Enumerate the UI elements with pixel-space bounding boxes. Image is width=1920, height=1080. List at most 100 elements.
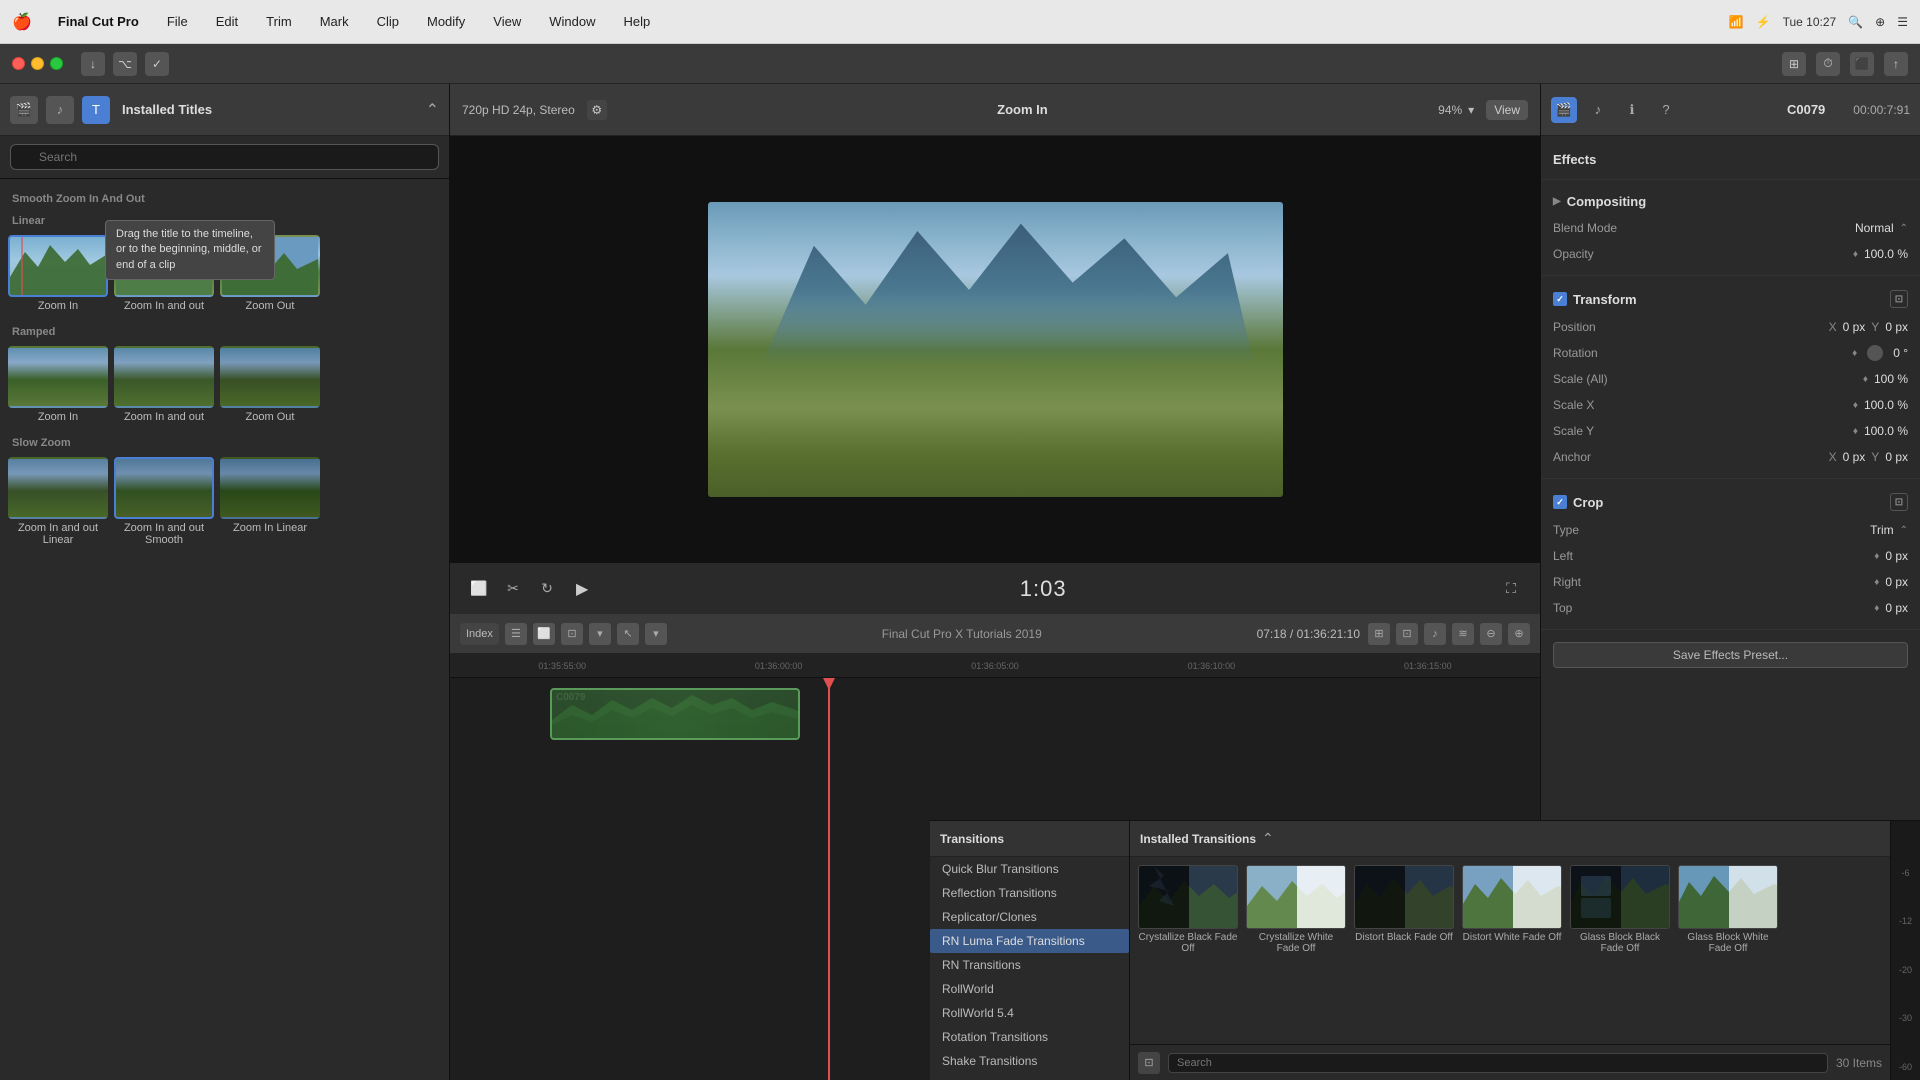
angle-view-icon[interactable]: ⊡ (561, 623, 583, 645)
trans-rotation[interactable]: Rotation Transitions (930, 1025, 1129, 1049)
select-tool-icon[interactable]: ↖ (617, 623, 639, 645)
thumb-ramp-zoom-out[interactable]: Zoom Out (220, 346, 320, 423)
menu-view[interactable]: View (487, 12, 527, 31)
share-icon[interactable]: ↑ (1884, 52, 1908, 76)
menu-modify[interactable]: Modify (421, 12, 471, 31)
trans-shape[interactable]: Shape Transitions (930, 1073, 1129, 1080)
app-name[interactable]: Final Cut Pro (52, 12, 145, 31)
blend-mode-value[interactable]: Normal ⌃ (1663, 221, 1908, 235)
fullscreen-icon[interactable]: ⛶ (1498, 576, 1524, 602)
crop-reset-icon[interactable]: ⊡ (1890, 493, 1908, 511)
thumb-slow-zoom-inout-lin[interactable]: Zoom In and out Linear (8, 457, 108, 546)
menu-trim[interactable]: Trim (260, 12, 298, 31)
layout-icon[interactable]: ⬛ (1850, 52, 1874, 76)
transform-checkbox[interactable]: ✓ (1553, 292, 1567, 306)
play-button[interactable]: ▶ (576, 579, 588, 599)
download-icon[interactable]: ↓ (81, 52, 105, 76)
menu-mark[interactable]: Mark (314, 12, 355, 31)
trans-rollworld54[interactable]: RollWorld 5.4 (930, 1001, 1129, 1025)
grid-icon[interactable]: ⊞ (1782, 52, 1806, 76)
crop-top-value[interactable]: ♦ 0 px (1663, 601, 1908, 615)
crop-type-value[interactable]: Trim ⌃ (1663, 523, 1908, 537)
timeline-clip[interactable]: C0079 (550, 688, 800, 740)
menu-help[interactable]: Help (617, 12, 656, 31)
compositing-header[interactable]: ▶ Compositing (1553, 188, 1908, 215)
zoom-control[interactable]: 94% ▾ (1438, 103, 1474, 117)
trans-reflection[interactable]: Reflection Transitions (930, 881, 1129, 905)
audio-icon[interactable]: ♪ (1424, 623, 1446, 645)
menu-edit[interactable]: Edit (210, 12, 244, 31)
browser-up-icon[interactable]: ⌃ (426, 100, 439, 120)
list-view-icon[interactable]: ☰ (505, 623, 527, 645)
trim-icon[interactable]: ✂ (500, 576, 526, 602)
key-icon[interactable]: ⌥ (113, 52, 137, 76)
thumb-ramp-zoom-inout[interactable]: Zoom In and out (114, 346, 214, 423)
trans-thumb-glass-white[interactable]: Glass Block White Fade Off (1678, 865, 1778, 954)
control-center-icon[interactable]: ☰ (1897, 15, 1908, 29)
trans-replicator[interactable]: Replicator/Clones (930, 905, 1129, 929)
trans-thumb-crystallize-white[interactable]: Crystallize White Fade Off (1246, 865, 1346, 954)
trans-rn[interactable]: RN Transitions (930, 953, 1129, 977)
siri-icon[interactable]: ⊕ (1875, 15, 1885, 29)
inspector-video-tab[interactable]: 🎬 (1551, 97, 1577, 123)
anchor-y-value[interactable]: 0 px (1885, 450, 1908, 464)
save-preset-button[interactable]: Save Effects Preset... (1553, 642, 1908, 668)
magnet-icon[interactable]: ⊞ (1368, 623, 1390, 645)
pos-x-value[interactable]: 0 px (1843, 320, 1866, 334)
thumb-ramp-zoom-in[interactable]: Zoom In (8, 346, 108, 423)
thumb-slow-zoom-in-lin[interactable]: Zoom In Linear (220, 457, 320, 546)
apple-logo-icon[interactable]: 🍎 (12, 12, 32, 32)
menu-window[interactable]: Window (543, 12, 601, 31)
trans-thumb-glass-black[interactable]: Glass Block Black Fade Off (1570, 865, 1670, 954)
trans-rollworld[interactable]: RollWorld (930, 977, 1129, 1001)
check-icon[interactable]: ✓ (145, 52, 169, 76)
transitions-up-icon[interactable]: ⌃ (1262, 830, 1274, 847)
pos-y-value[interactable]: 0 px (1885, 320, 1908, 334)
transform-reset-icon[interactable]: ⊡ (1890, 290, 1908, 308)
clip-icon[interactable]: ⊡ (1396, 623, 1418, 645)
scale-x-value[interactable]: ♦ 100.0 % (1663, 398, 1908, 412)
view-button[interactable]: View (1486, 100, 1528, 120)
anchor-x-value[interactable]: 0 px (1843, 450, 1866, 464)
menu-clip[interactable]: Clip (371, 12, 405, 31)
zoom-out-icon[interactable]: ⊖ (1480, 623, 1502, 645)
transitions-search-input[interactable] (1168, 1053, 1828, 1073)
close-button[interactable] (12, 57, 25, 70)
rotation-value[interactable]: ♦ 0 ° (1663, 345, 1908, 361)
titles-icon[interactable]: T (82, 96, 110, 124)
inspector-help-icon[interactable]: ? (1653, 97, 1679, 123)
settings-icon[interactable]: ⚙ (587, 100, 607, 120)
trans-thumb-distort-black[interactable]: Distort Black Fade Off (1354, 865, 1454, 954)
opacity-value[interactable]: ♦ 100.0 % (1663, 247, 1908, 261)
search-input[interactable] (10, 144, 439, 170)
loop-icon[interactable]: ↻ (534, 576, 560, 602)
crop-checkbox[interactable]: ✓ (1553, 495, 1567, 509)
scale-y-value[interactable]: ♦ 100.0 % (1663, 424, 1908, 438)
trans-quick-blur[interactable]: Quick Blur Transitions (930, 857, 1129, 881)
inspector-info-tab[interactable]: ℹ (1619, 97, 1645, 123)
thumb-zoom-in[interactable]: Zoom In (8, 235, 108, 312)
crop-left-value[interactable]: ♦ 0 px (1663, 549, 1908, 563)
trans-thumb-crystallize-black[interactable]: Crystallize Black Fade Off (1138, 865, 1238, 954)
meter-icon[interactable]: ≋ (1452, 623, 1474, 645)
minimize-button[interactable] (31, 57, 44, 70)
crop-header[interactable]: ✓ Crop ⊡ (1553, 487, 1908, 517)
trans-rn-luma[interactable]: RN Luma Fade Transitions (930, 929, 1129, 953)
trans-thumb-distort-white[interactable]: Distort White Fade Off (1462, 865, 1562, 954)
maximize-button[interactable] (50, 57, 63, 70)
zoom-in-icon[interactable]: ⊕ (1508, 623, 1530, 645)
thumb-slow-zoom-inout-smooth[interactable]: Zoom In and out Smooth (114, 457, 214, 546)
search-icon[interactable]: 🔍 (1848, 15, 1863, 29)
scale-all-value[interactable]: ♦ 100 % (1663, 372, 1908, 386)
transform-header[interactable]: ✓ Transform ⊡ (1553, 284, 1908, 314)
tool-dropdown-icon[interactable]: ▾ (645, 623, 667, 645)
counter-icon[interactable]: ⏱ (1816, 52, 1840, 76)
clip-view-icon[interactable]: ⬜ (533, 623, 555, 645)
rotation-knob[interactable] (1867, 345, 1883, 361)
trans-shake[interactable]: Shake Transitions (930, 1049, 1129, 1073)
aspect-ratio-icon[interactable]: ⬜ (466, 576, 492, 602)
music-icon[interactable]: ♪ (46, 96, 74, 124)
timeline-options-icon[interactable]: ▾ (589, 623, 611, 645)
menu-file[interactable]: File (161, 12, 194, 31)
video-icon[interactable]: 🎬 (10, 96, 38, 124)
